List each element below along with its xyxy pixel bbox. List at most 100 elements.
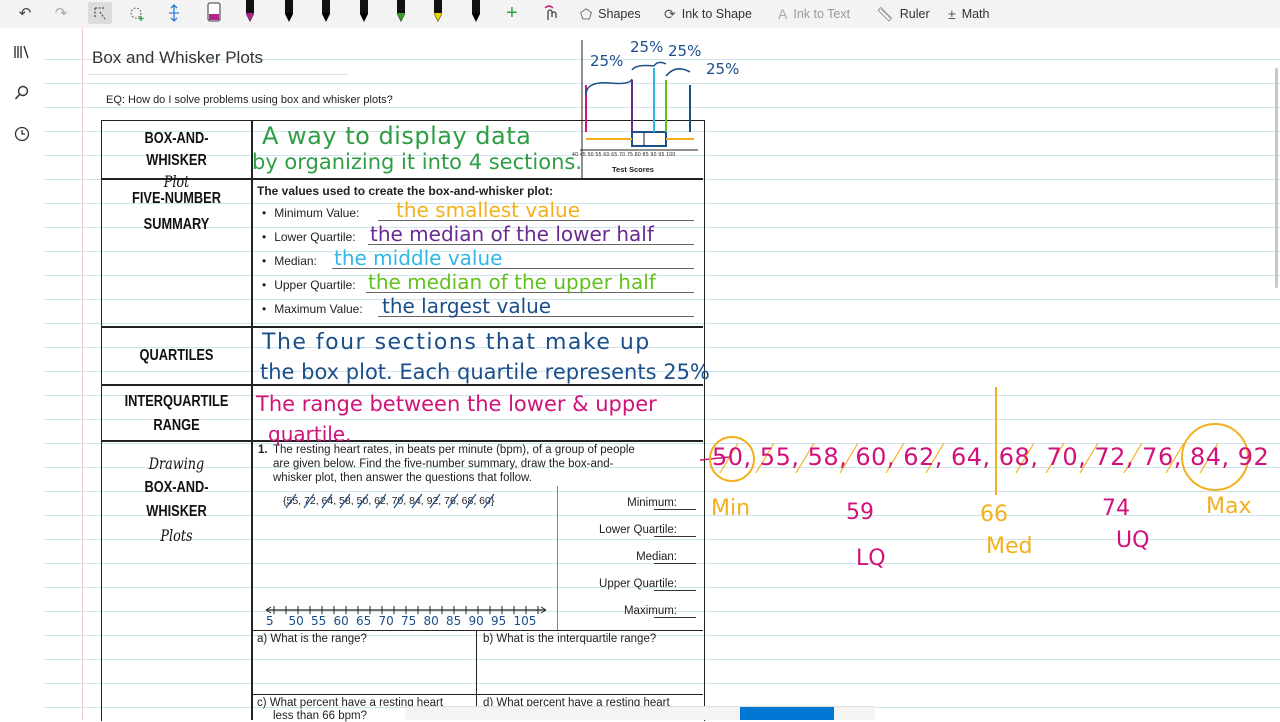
fs-field-blank [654,563,696,564]
brace-2 [631,64,655,71]
fs-field-label: Median: [636,551,677,563]
problem-text-3: whisker plot, then answer the questions … [273,472,532,484]
page-margin-line [82,28,83,720]
number-line-label: 90 [468,614,484,628]
insert-space-icon[interactable] [163,2,185,24]
add-space-icon[interactable] [126,2,148,24]
ink-to-shape-button[interactable]: ⟳ Ink to Shape [664,4,752,24]
ink-quartiles-line1: The four sections that make up [262,330,651,355]
ink-toolbar: ↶ ↷ + ⬠ Shapes ⟳ Ink to Shape A Ink to Text… [0,0,1280,29]
row-label-text: SUMMARY [143,215,210,233]
number-line-label: 70 [378,614,394,628]
number-line-label: 60 [333,614,349,628]
ink-to-text-button[interactable]: A Ink to Text [778,4,850,24]
pen-tool[interactable] [428,0,448,26]
math-button[interactable]: ± Math [948,4,989,24]
ink-min-label: Min [711,496,751,521]
ink-definition-line1: A way to display data [262,122,532,150]
pen-tool[interactable] [204,0,224,26]
ink-iqr-line1: The range between the lower & upper [256,392,657,416]
left-rail [0,28,44,720]
data-set-strikes [285,493,495,509]
fs-field-label: Lower Quartile: [599,524,677,536]
number-line-label: 95 [491,614,507,628]
pen-tool[interactable] [279,0,299,26]
ink-sorted-data: 50, 55, 58, 60, 62, 64, 68, 70, 72, 76, … [712,443,1270,471]
ink-iqr-line2: quartile. [268,422,352,446]
ink-quartiles-line2: the box plot. Each quartile represents 2… [260,360,710,384]
fs-field-blank [654,590,696,591]
add-pen-icon[interactable]: + [502,2,522,24]
ink-lq-label: LQ [856,546,886,571]
pct-label-3: 25% [668,42,702,60]
summary-ink-answer: the largest value [382,294,552,318]
number-line-label: 65 [356,614,372,628]
ink-to-shape-label: Ink to Shape [681,7,752,21]
essential-question: EQ: How do I solve problems using box an… [106,94,393,106]
row-label-iqr: INTERQUARTILE RANGE [117,390,236,438]
pct-label-2: 25% [630,38,664,56]
number-line-label: 75 [401,614,417,628]
row-label-text: BOX-AND-WHISKER [144,479,209,520]
pen-tool[interactable] [354,0,374,26]
shapes-button[interactable]: ⬠ Shapes [580,4,641,24]
summary-label: Lower Quartile: [262,230,355,244]
questions-divider [252,630,703,631]
pen-tool[interactable] [316,0,336,26]
page-title[interactable]: Box and Whisker Plots [92,48,263,68]
brace-3 [653,61,667,67]
ink-to-text-label: Ink to Text [793,7,851,21]
summary-ink-answer: the median of the lower half [370,222,654,246]
search-icon[interactable] [12,83,32,103]
fs-field-label: Maximum: [623,605,677,617]
row-label-quartiles: QUARTILES [139,347,214,364]
shapes-label: Shapes [598,7,641,21]
question-b: b) What is the interquartile range? [483,633,657,645]
shapes-icon: ⬠ [580,5,593,22]
redo-icon[interactable]: ↷ [50,2,72,24]
row-label-text: INTERQUARTILE [124,393,229,410]
pen-tool[interactable] [391,0,411,26]
summary-ink-answer: the middle value [334,246,503,270]
ink-median-value: 66 [980,502,1008,527]
recent-icon[interactable] [12,124,32,144]
row-divider [101,384,703,386]
pen-tool[interactable] [240,0,260,26]
number-line-label: 105 [513,614,537,628]
number-line-label: 80 [423,614,439,628]
summary-label: Maximum Value: [262,302,362,316]
ink-uq-label: UQ [1116,528,1150,553]
touch-draw-icon[interactable] [540,2,562,24]
pct-label-1: 25% [590,52,624,70]
five-number-heading: The values used to create the box-and-wh… [257,184,554,198]
ink-uq-value: 74 [1102,496,1130,521]
lasso-select-icon[interactable] [88,2,112,24]
pen-tool[interactable] [466,0,486,26]
ink-to-shape-icon: ⟳ [664,5,676,22]
problem-number: 1. [258,444,268,456]
math-icon: ± [948,6,956,22]
brace-4 [665,68,691,77]
row-label-box-whisker: BOX-AND-WHISKER Plot [117,128,236,193]
ruler-button[interactable]: 📏︎ Ruler [876,4,930,24]
scrollbar[interactable] [1275,68,1278,288]
number-line-label: 5 [266,614,274,628]
undo-icon[interactable]: ↶ [14,2,36,24]
mini-plot-ticks: 40 45 50 55 60 65 70 75 80 85 90 95 100 [572,152,676,158]
number-line-label: 85 [446,614,462,628]
ink-max-label: Max [1206,494,1252,519]
row-divider [101,326,703,328]
row-label-text: RANGE [153,417,200,434]
title-divider [88,74,348,75]
mini-plot-box [631,131,667,147]
problem-text-2: are given below. Find the five-number su… [273,458,614,470]
notification-action-button[interactable] [740,707,834,720]
fs-field-blank [654,509,696,510]
row-label-script: Plots [160,526,193,545]
row-label-text: BOX-AND-WHISKER [144,130,209,169]
ink-median-label: Med [986,534,1033,559]
questions-divider [252,694,703,695]
summary-label: Minimum Value: [262,206,359,220]
notebooks-icon[interactable] [12,42,32,62]
ink-to-text-icon: A [778,6,788,22]
